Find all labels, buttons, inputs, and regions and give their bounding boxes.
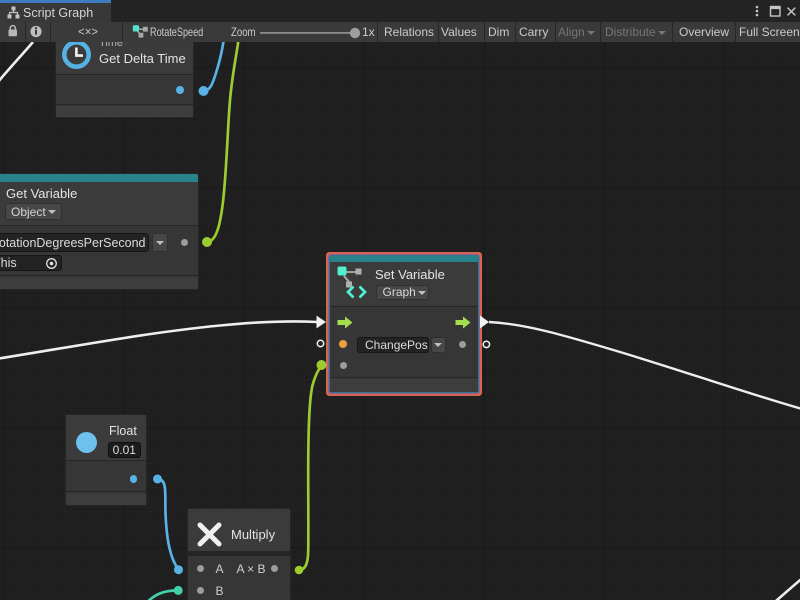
svg-text:<×>: <×> <box>78 27 98 39</box>
